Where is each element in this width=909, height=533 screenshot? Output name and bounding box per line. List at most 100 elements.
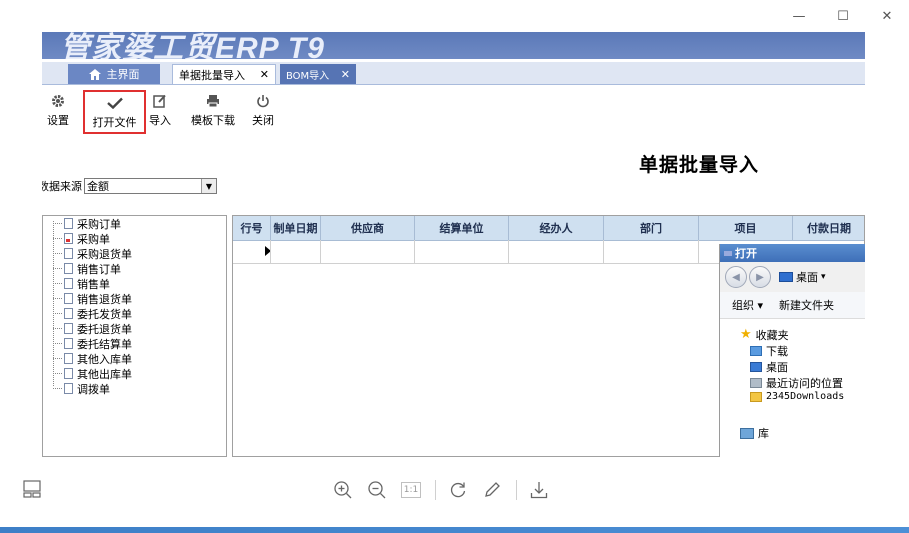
tree-item[interactable]: 委托结算单 <box>53 336 132 351</box>
column-header[interactable]: 结算单位 <box>415 216 509 240</box>
new-folder-button[interactable]: 新建文件夹 <box>779 297 834 313</box>
zoom-out-icon[interactable] <box>365 478 389 502</box>
data-source-select[interactable]: 金额 ▼ <box>84 178 217 194</box>
tree-item[interactable]: 销售单 <box>53 276 110 291</box>
library-icon <box>740 427 754 439</box>
library-item[interactable]: 库 <box>740 425 769 441</box>
document-icon <box>64 293 73 304</box>
list-item[interactable]: 2345Downloads <box>750 391 844 402</box>
desktop-icon <box>779 272 793 282</box>
organize-button[interactable]: 组织 ▾ <box>732 297 763 313</box>
chevron-down-icon[interactable]: ▼ <box>201 179 216 193</box>
settings-label: 设置 <box>47 114 69 127</box>
tree-item[interactable]: 采购退货单 <box>53 246 132 261</box>
import-label: 导入 <box>149 114 171 127</box>
app-banner-title: 管家婆工贸ERP T9 <box>60 32 325 59</box>
import-button[interactable]: 导入 <box>148 90 172 134</box>
data-source-label: 数据来源 <box>42 180 82 193</box>
list-item[interactable]: 最近访问的位置 <box>750 375 843 391</box>
settings-button[interactable]: 设置 <box>46 90 70 134</box>
document-icon <box>64 353 73 364</box>
actual-size-label: 1:1 <box>401 482 421 498</box>
column-header[interactable]: 供应商 <box>321 216 415 240</box>
download-icon[interactable] <box>527 478 551 502</box>
document-icon <box>64 323 73 334</box>
tab-batch-import[interactable]: 单据批量导入 ✕ <box>172 64 276 84</box>
open-file-button[interactable]: 打开文件 <box>83 90 146 134</box>
tree-item[interactable]: 采购单 <box>53 231 110 246</box>
maximize-button[interactable]: ☐ <box>821 0 865 32</box>
list-item[interactable]: 下载 <box>750 343 788 359</box>
taskbar-strip <box>0 527 909 533</box>
tab-bom-import[interactable]: BOM导入 ✕ <box>280 64 356 84</box>
document-icon <box>64 368 73 379</box>
tree-item[interactable]: 其他入库单 <box>53 351 132 366</box>
document-type-tree: 采购订单 采购单 采购退货单 销售订单 销售单 销售退货单 委托发货单 委托退货… <box>42 215 227 457</box>
column-header[interactable]: 制单日期 <box>271 216 321 240</box>
column-header[interactable]: 行号 <box>233 216 271 240</box>
tree-item[interactable]: 调拨单 <box>53 381 110 396</box>
dialog-command-bar: 组织 ▾ 新建文件夹 <box>720 292 865 319</box>
table-cell[interactable] <box>509 240 604 263</box>
tab-home[interactable]: 主界面 <box>68 64 160 84</box>
document-icon <box>64 233 73 244</box>
table-cell[interactable] <box>604 240 699 263</box>
pencil-icon[interactable] <box>480 478 504 502</box>
forward-arrow-icon[interactable]: ▶ <box>749 266 771 288</box>
gear-icon <box>52 95 64 107</box>
table-cell[interactable] <box>233 240 271 263</box>
column-header[interactable]: 付款日期 <box>793 216 864 240</box>
tree-item[interactable]: 委托退货单 <box>53 321 132 336</box>
dialog-title: 打开 <box>735 247 757 260</box>
home-icon <box>88 68 101 80</box>
checkmark-icon <box>106 97 123 109</box>
tab-bom-import-label: BOM导入 <box>286 70 330 82</box>
data-source-row: 数据来源 金额 ▼ <box>42 178 217 194</box>
tree-item[interactable]: 销售退货单 <box>53 291 132 306</box>
document-icon <box>64 308 73 319</box>
column-header[interactable]: 部门 <box>604 216 699 240</box>
list-item[interactable]: 桌面 <box>750 359 788 375</box>
dialog-nav: ◀ ▶ 桌面 ▾ <box>720 262 865 292</box>
app-banner: 管家婆工贸ERP T9 <box>42 32 865 59</box>
viewer-tools: 1:1 <box>331 478 561 502</box>
column-header[interactable]: 项目 <box>699 216 793 240</box>
tree-item[interactable]: 其他出库单 <box>53 366 132 381</box>
document-icon <box>64 383 73 394</box>
printer-icon <box>207 95 219 108</box>
tree-item[interactable]: 采购订单 <box>53 216 121 231</box>
page-title: 单据批量导入 <box>639 154 760 176</box>
dialog-app-icon <box>724 250 732 256</box>
window-controls: — ☐ ✕ <box>777 0 909 32</box>
thumbnail-view-icon[interactable] <box>23 480 41 498</box>
zoom-in-icon[interactable] <box>331 478 355 502</box>
recent-places-icon <box>750 378 762 388</box>
table-cell[interactable] <box>321 240 415 263</box>
document-icon <box>64 218 73 229</box>
actual-size-button[interactable]: 1:1 <box>399 478 423 502</box>
table-cell[interactable] <box>271 240 321 263</box>
template-download-label: 模板下载 <box>191 114 235 127</box>
rotate-icon[interactable] <box>446 478 470 502</box>
template-download-button[interactable]: 模板下载 <box>188 90 238 134</box>
open-file-dialog: 打开 ◀ ▶ 桌面 ▾ 组织 ▾ 新建文件夹 ★ 收藏夹 下载 桌面 最近访问的位… <box>719 244 865 457</box>
minimize-button[interactable]: — <box>777 0 821 32</box>
document-icon <box>64 278 73 289</box>
column-header[interactable]: 经办人 <box>509 216 604 240</box>
tree-item[interactable]: 销售订单 <box>53 261 121 276</box>
chevron-down-icon[interactable]: ▾ <box>821 272 826 282</box>
back-arrow-icon[interactable]: ◀ <box>725 266 747 288</box>
open-file-label: 打开文件 <box>92 116 137 129</box>
close-window-button[interactable]: ✕ <box>865 0 909 32</box>
grid-header: 行号 制单日期 供应商 结算单位 经办人 部门 项目 付款日期 <box>233 216 864 241</box>
address-bar[interactable]: 桌面 ▾ <box>779 269 826 285</box>
tab-bom-import-close-icon[interactable]: ✕ <box>341 68 350 81</box>
divider <box>516 480 517 500</box>
tab-batch-import-close-icon[interactable]: ✕ <box>260 68 269 81</box>
close-button[interactable]: 关闭 <box>251 90 275 134</box>
star-icon: ★ <box>740 327 752 342</box>
document-icon <box>64 338 73 349</box>
table-cell[interactable] <box>415 240 509 263</box>
favorites-item[interactable]: ★ 收藏夹 <box>740 327 789 343</box>
tree-item[interactable]: 委托发货单 <box>53 306 132 321</box>
